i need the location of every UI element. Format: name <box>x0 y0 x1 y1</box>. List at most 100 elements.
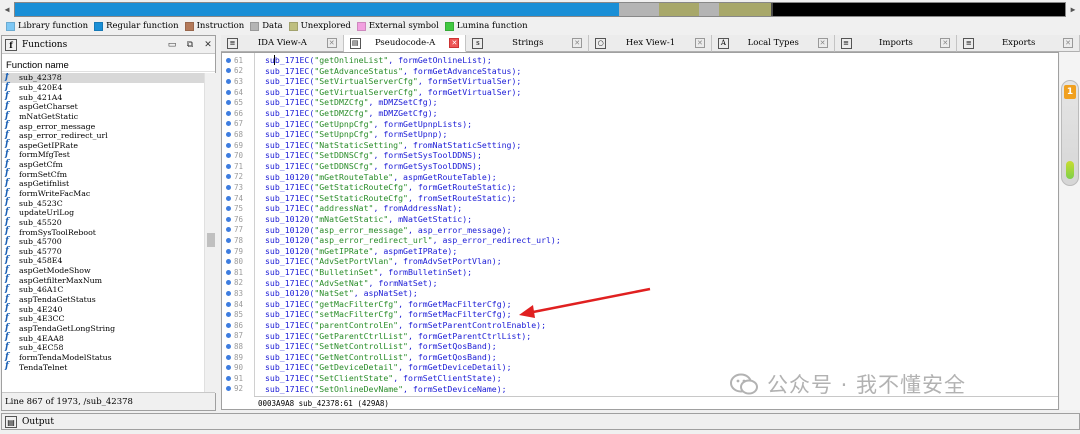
breakpoint-dot-icon[interactable] <box>226 343 231 349</box>
function-list-item[interactable]: f sub_42378 <box>2 73 204 83</box>
breakpoint-dot-icon[interactable] <box>226 322 231 328</box>
code-line[interactable]: sub_171EC("setMacFilterCfg", formSetMacF… <box>265 309 512 320</box>
nav-band-segment[interactable] <box>698 3 719 16</box>
tab-close-icon[interactable]: ✕ <box>940 38 951 48</box>
breakpoint-dot-icon[interactable] <box>226 68 231 74</box>
code-line[interactable]: sub_171EC("GetDDNSCfg", formGetSysToolDD… <box>265 161 482 172</box>
function-name-column-header[interactable]: Function name <box>2 54 215 72</box>
function-list-item[interactable]: f aspTendaGetLongString <box>2 323 204 334</box>
breakpoint-dot-icon[interactable] <box>226 163 231 169</box>
breakpoint-dot-icon[interactable] <box>226 375 231 381</box>
function-list-item[interactable]: f sub_45520 <box>2 217 204 228</box>
pseudocode-text[interactable]: sub_171EC("getOnlineList", formGetOnline… <box>254 53 1058 398</box>
breakpoint-dot-icon[interactable] <box>226 78 231 84</box>
maximize-icon[interactable]: ▭ <box>165 38 179 52</box>
code-line[interactable]: sub_171EC("SetStaticRouteCfg", fromSetRo… <box>265 193 516 204</box>
functions-list[interactable]: f sub_42378 f sub_420E4 f sub_421A4 f aspGetCha… <box>2 73 204 393</box>
function-list-item[interactable]: f TendaTelnet <box>2 362 204 372</box>
breakpoint-dot-icon[interactable] <box>226 227 231 233</box>
function-list-item[interactable]: f formTendaModelStatus <box>2 352 204 363</box>
breakpoint-dot-icon[interactable] <box>226 333 231 339</box>
code-line[interactable]: sub_171EC("getMacFilterCfg", formGetMacF… <box>265 299 512 310</box>
nav-scroll-right-icon[interactable]: ▶ <box>1068 4 1078 15</box>
code-line[interactable]: sub_171EC("BulletinSet", formBulletinSet… <box>265 267 472 278</box>
code-line[interactable]: sub_171EC("GetParentCtrlList", formGetPa… <box>265 331 531 342</box>
code-line[interactable]: sub_10120("mGetRouteTable", aspmGetRoute… <box>265 172 497 183</box>
nav-scroll-left-icon[interactable]: ◀ <box>2 4 12 15</box>
nav-band-segment[interactable] <box>718 3 771 16</box>
code-line[interactable]: sub_171EC("GetDeviceDetail", formGetDevi… <box>265 362 512 373</box>
navigation-band[interactable]: ◀ ▶ <box>0 0 1080 19</box>
breakpoint-dot-icon[interactable] <box>226 110 231 116</box>
code-line[interactable]: sub_171EC("getOnlineList", formGetOnline… <box>265 55 492 66</box>
code-line[interactable]: sub_171EC("GetDMZCfg", mDMZGetCfg); <box>265 108 438 119</box>
breakpoint-dot-icon[interactable] <box>226 248 231 254</box>
function-list-item[interactable]: f sub_46A1C <box>2 285 204 295</box>
function-list-item[interactable]: f asp_error_message <box>2 121 204 131</box>
breakpoint-dot-icon[interactable] <box>226 312 231 318</box>
tab-imports[interactable]: ≡ Imports ✕ <box>834 35 958 52</box>
code-line[interactable]: sub_171EC("GetUpnpCfg", formGetUpnpLists… <box>265 119 472 130</box>
code-line[interactable]: sub_171EC("SetNetControlList", formSetQo… <box>265 341 497 352</box>
function-list-item[interactable]: f mNatGetStatic <box>2 111 204 122</box>
tab-pseudocode-a[interactable]: ▤ Pseudocode-A ✕ <box>343 35 467 52</box>
tab-close-icon[interactable]: ✕ <box>694 38 705 48</box>
functions-scroll-thumb[interactable] <box>207 233 215 247</box>
tab-close-icon[interactable]: ✕ <box>817 38 828 48</box>
function-list-item[interactable]: f sub_4EAA8 <box>2 333 204 343</box>
output-panel[interactable]: ▤ Output <box>1 413 1080 430</box>
code-line[interactable]: sub_171EC("parentControlEn", formSetPare… <box>265 320 546 331</box>
breakpoint-dot-icon[interactable] <box>226 184 231 190</box>
function-list-item[interactable]: f aspGetCfm <box>2 159 204 170</box>
code-line[interactable]: sub_171EC("GetStaticRouteCfg", formGetRo… <box>265 182 516 193</box>
code-line[interactable]: sub_171EC("SetOnlineDevName", formSetDev… <box>265 384 507 395</box>
code-line[interactable]: sub_171EC("SetUpnpCfg", formSetUpnp); <box>265 129 447 140</box>
function-list-item[interactable]: f aspGetifnlist <box>2 179 204 189</box>
function-list-item[interactable]: f sub_458E4 <box>2 256 204 266</box>
code-line[interactable]: sub_171EC("NatStaticSetting", fromNatSta… <box>265 140 521 151</box>
breakpoint-dot-icon[interactable] <box>226 131 231 137</box>
code-line[interactable]: sub_171EC("SetDMZCfg", mDMZSetCfg); <box>265 97 438 108</box>
tab-hex-view-1[interactable]: ○ Hex View-1 ✕ <box>589 35 712 52</box>
nav-band-segment[interactable] <box>618 3 659 16</box>
code-line[interactable]: sub_171EC("GetNetControlList", formGetQo… <box>265 352 497 363</box>
function-list-item[interactable]: f aspTendaGetStatus <box>2 294 204 305</box>
code-line[interactable]: sub_10120("asp_error_redirect_url", asp_… <box>265 235 561 246</box>
function-list-item[interactable]: f formWriteFacMac <box>2 188 204 199</box>
tab-local-types[interactable]: A Local Types ✕ <box>711 35 835 52</box>
code-line[interactable]: sub_171EC("GetAdvanceStatus", formGetAdv… <box>265 66 521 77</box>
tab-ida-view-a[interactable]: ≡ IDA View-A ✕ <box>221 35 344 52</box>
breakpoint-dot-icon[interactable] <box>226 386 231 392</box>
code-line[interactable]: sub_171EC("addressNat", fromAddressNat); <box>265 203 462 214</box>
tab-exports[interactable]: ≡ Exports ✕ <box>957 35 1080 52</box>
function-list-item[interactable]: f sub_45700 <box>2 236 204 247</box>
breakpoint-dot-icon[interactable] <box>226 301 231 307</box>
breakpoint-dot-icon[interactable] <box>226 142 231 148</box>
code-line[interactable]: sub_171EC("SetClientState", formSetClien… <box>265 373 502 384</box>
nav-band-segment[interactable] <box>658 3 699 16</box>
code-line[interactable]: sub_10120("NatSet", aspNatSet); <box>265 288 418 299</box>
breakpoint-dot-icon[interactable] <box>226 121 231 127</box>
function-list-item[interactable]: f sub_4EC58 <box>2 342 204 353</box>
function-list-item[interactable]: f sub_45770 <box>2 246 204 257</box>
functions-scrollbar[interactable] <box>204 73 216 393</box>
breakpoint-dot-icon[interactable] <box>226 237 231 243</box>
function-list-item[interactable]: f sub_4E240 <box>2 304 204 314</box>
code-line[interactable]: sub_10120("mNatGetStatic", mNatGetStatic… <box>265 214 472 225</box>
function-list-item[interactable]: f aspGetCharset <box>2 101 204 112</box>
breakpoint-dot-icon[interactable] <box>226 365 231 371</box>
breakpoint-dot-icon[interactable] <box>226 195 231 201</box>
breakpoint-dot-icon[interactable] <box>226 290 231 296</box>
function-list-item[interactable]: f aspGetModeShow <box>2 265 204 276</box>
tab-strings[interactable]: s Strings ✕ <box>466 35 590 52</box>
breakpoint-dot-icon[interactable] <box>226 153 231 159</box>
breakpoint-dot-icon[interactable] <box>226 354 231 360</box>
overview-widget[interactable]: 1 <box>1061 80 1079 186</box>
pseudocode-view[interactable]: 61 62 63 64 65 66 67 68 69 70 71 72 73 74 75 76 77 78 79 80… <box>221 52 1059 410</box>
function-list-item[interactable]: f sub_421A4 <box>2 92 204 102</box>
float-window-icon[interactable]: ⧉ <box>183 38 197 52</box>
function-list-item[interactable]: f fromSysToolReboot <box>2 227 204 237</box>
function-list-item[interactable]: f sub_4E3CC <box>2 314 204 324</box>
breakpoint-dot-icon[interactable] <box>226 89 231 95</box>
tab-close-icon[interactable]: ✕ <box>572 38 583 48</box>
